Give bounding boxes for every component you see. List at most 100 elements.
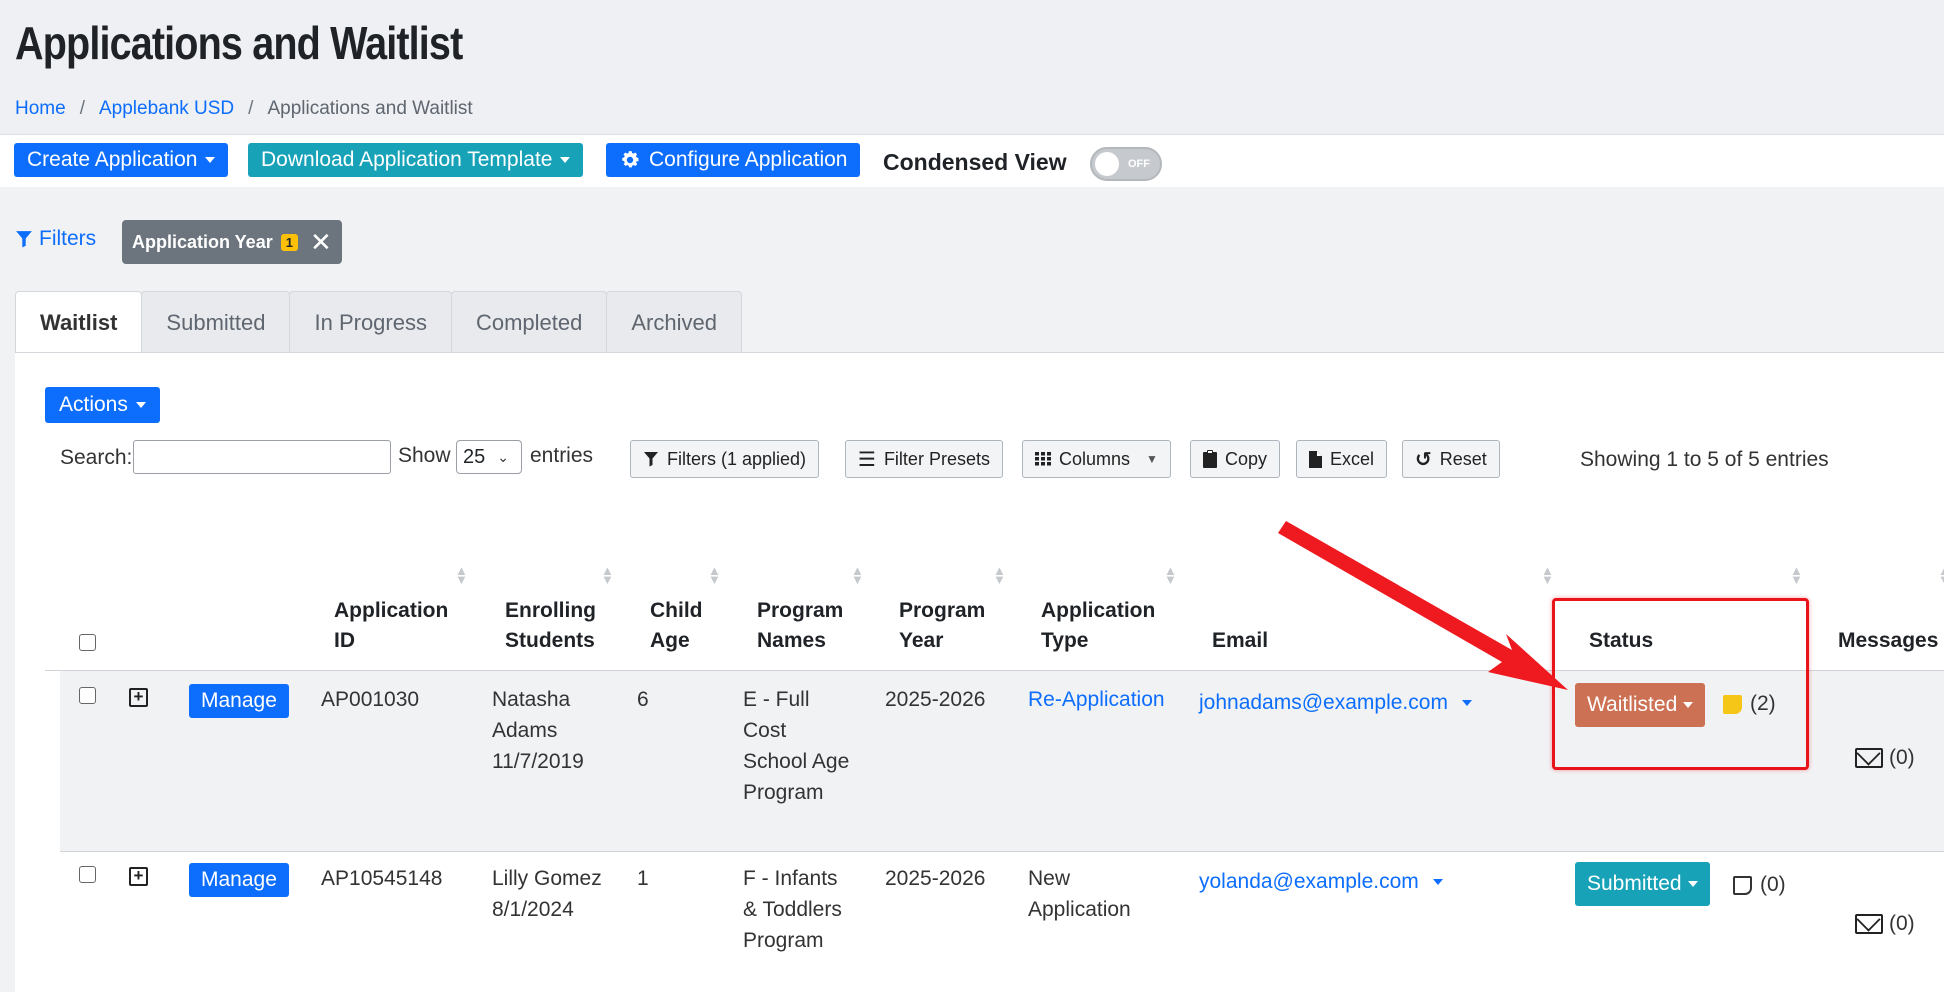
column-header-email[interactable]: Email <box>1212 626 1268 656</box>
cell-line: Adams <box>492 719 558 742</box>
page-header: Applications and Waitlist Home / Appleba… <box>0 0 1944 134</box>
tab-in-progress[interactable]: In Progress <box>289 291 452 353</box>
page-title: Applications and Waitlist <box>15 17 463 69</box>
close-icon[interactable]: ✕ <box>310 229 332 255</box>
show-label: Show <box>398 444 451 467</box>
cell-line: Lilly Gomez <box>492 867 602 890</box>
condensed-view-toggle[interactable]: OFF <box>1090 147 1162 181</box>
notes-count: (0) <box>1760 873 1786 896</box>
cell-enrolling-student: Lilly Gomez 8/1/2024 <box>492 863 602 925</box>
sort-icon[interactable]: ▲▼ <box>851 564 864 586</box>
row-checkbox[interactable] <box>79 687 96 704</box>
column-header-program-names[interactable]: Program Names <box>757 596 843 656</box>
column-header-app-id[interactable]: Application ID <box>334 596 448 656</box>
plus-square-icon[interactable]: + <box>129 688 148 707</box>
email-link[interactable]: johnadams@example.com <box>1199 687 1472 718</box>
sort-icon[interactable]: ▲▼ <box>455 564 468 586</box>
sort-icon[interactable]: ▲▼ <box>993 564 1006 586</box>
reset-icon: ↺ <box>1415 448 1432 471</box>
header-line: Students <box>505 629 595 652</box>
cell-application-type-link[interactable]: Re-Application <box>1028 684 1165 715</box>
column-header-enrolling-students[interactable]: Enrolling Students <box>505 596 596 656</box>
select-all-checkbox[interactable] <box>79 634 96 651</box>
sort-icon[interactable]: ▲▼ <box>601 564 614 586</box>
search-input[interactable] <box>133 440 391 474</box>
caret-down-icon <box>205 157 216 163</box>
sort-icon[interactable]: ▲▼ <box>1164 564 1177 586</box>
row-checkbox[interactable] <box>79 866 96 883</box>
manage-button[interactable]: Manage <box>189 684 289 718</box>
cell-line: E - Full <box>743 688 810 711</box>
caret-down-icon <box>1461 700 1472 707</box>
envelope-icon <box>1855 914 1883 934</box>
envelope-icon <box>1855 748 1883 768</box>
cell-child-age: 6 <box>637 688 649 711</box>
cell-application-type: New Application <box>1028 863 1131 925</box>
columns-button[interactable]: Columns ▼ <box>1022 440 1171 478</box>
copy-label: Copy <box>1225 448 1268 469</box>
condensed-view-label: Condensed View <box>883 149 1067 175</box>
manage-button[interactable]: Manage <box>189 863 289 897</box>
messages-button[interactable]: (0) <box>1855 912 1915 936</box>
plus-square-icon[interactable]: + <box>129 867 148 886</box>
tabs: Waitlist Submitted In Progress Completed… <box>15 291 742 353</box>
toolbar: Create Application Download Application … <box>0 134 1944 187</box>
messages-button[interactable]: (0) <box>1855 746 1915 770</box>
header-line: Year <box>899 629 944 652</box>
cell-line: Application <box>1028 898 1131 921</box>
tab-archived[interactable]: Archived <box>606 291 742 353</box>
configure-application-label: Configure Application <box>649 148 848 171</box>
status-dropdown-submitted[interactable]: Submitted <box>1575 862 1710 906</box>
grid-icon <box>1035 452 1051 466</box>
toggle-state: OFF <box>1128 158 1150 170</box>
showing-entries-info: Showing 1 to 5 of 5 entries <box>1580 448 1829 471</box>
column-header-messages[interactable]: Messages <box>1838 626 1938 656</box>
actions-button[interactable]: Actions <box>45 387 160 423</box>
header-line: Names <box>757 629 826 652</box>
cell-line: 8/1/2024 <box>492 898 574 921</box>
excel-label: Excel <box>1330 448 1375 469</box>
filters-applied-button[interactable]: Filters (1 applied) <box>630 440 820 478</box>
create-application-button[interactable]: Create Application <box>14 143 229 177</box>
cell-program-names: E - Full Cost School Age Program <box>743 684 849 808</box>
file-icon <box>1309 450 1322 468</box>
breadcrumb-home[interactable]: Home <box>15 98 66 120</box>
filters-applied-label: Filters (1 applied) <box>667 448 807 469</box>
page-size-select[interactable]: 25 ⌄ <box>456 440 522 474</box>
filter-chip-label: Application Year <box>132 231 273 252</box>
header-line: Program <box>899 599 986 622</box>
breadcrumb-district[interactable]: Applebank USD <box>99 98 234 120</box>
cell-line: 11/7/2019 <box>492 750 584 773</box>
notes-button[interactable]: (0) <box>1733 873 1786 897</box>
sort-icon[interactable]: ▲▼ <box>1541 564 1554 586</box>
tab-completed[interactable]: Completed <box>450 291 608 353</box>
header-line: ID <box>334 629 355 652</box>
header-line: Enrolling <box>505 599 596 622</box>
cell-program-year: 2025-2026 <box>885 867 986 890</box>
cell-line: Natasha <box>492 688 571 711</box>
cell-line: & Toddlers <box>743 898 842 921</box>
filter-chip-count: 1 <box>280 233 298 251</box>
email-text: johnadams@example.com <box>1199 691 1448 714</box>
column-header-child-age[interactable]: Child Age <box>650 596 703 656</box>
actions-label: Actions <box>59 393 128 416</box>
cell-program-names: F - Infants & Toddlers Program <box>743 863 842 956</box>
reset-button[interactable]: ↺ Reset <box>1402 440 1500 478</box>
chevron-down-icon: ⌄ <box>497 448 509 465</box>
email-link[interactable]: yolanda@example.com <box>1199 866 1443 897</box>
column-header-program-year[interactable]: Program Year <box>899 596 985 656</box>
filters-link[interactable]: Filters <box>15 227 96 251</box>
configure-application-button[interactable]: Configure Application <box>606 143 861 177</box>
sort-icon[interactable]: ▲▼ <box>1790 564 1803 586</box>
filter-presets-button[interactable]: ☰ Filter Presets <box>845 440 1003 478</box>
column-header-application-type[interactable]: Application Type <box>1041 596 1155 656</box>
cell-enrolling-student: Natasha Adams 11/7/2019 <box>492 684 584 777</box>
tab-waitlist[interactable]: Waitlist <box>15 291 143 353</box>
tab-submitted[interactable]: Submitted <box>141 291 291 353</box>
sort-icon[interactable]: ▲▼ <box>1938 564 1944 586</box>
header-line: Child <box>650 599 703 622</box>
copy-button[interactable]: Copy <box>1190 440 1281 478</box>
sort-icon[interactable]: ▲▼ <box>708 564 721 586</box>
download-template-button[interactable]: Download Application Template <box>248 143 584 177</box>
excel-button[interactable]: Excel <box>1296 440 1388 478</box>
